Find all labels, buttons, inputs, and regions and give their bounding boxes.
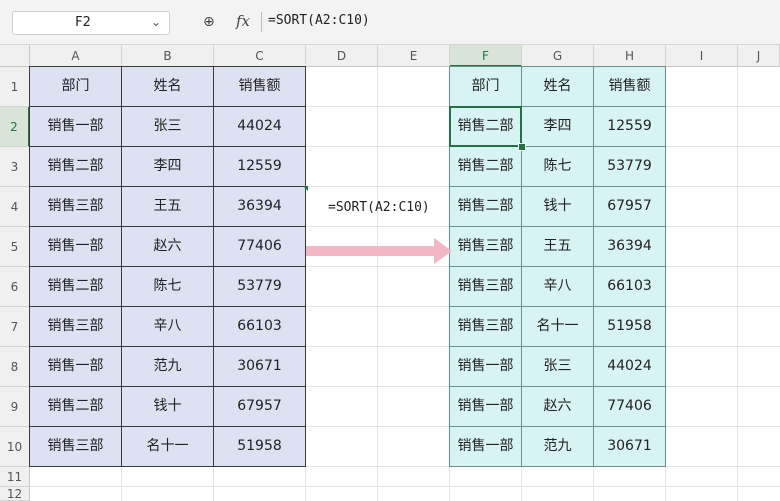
- source-table-header-cell[interactable]: 姓名: [121, 66, 214, 107]
- source-table-cell[interactable]: 30671: [213, 346, 306, 387]
- sorted-table-cell[interactable]: 66103: [593, 266, 666, 307]
- row-header-6[interactable]: 6: [0, 267, 30, 307]
- sorted-table-cell[interactable]: 辛八: [521, 266, 594, 307]
- sorted-table-cell[interactable]: 30671: [593, 426, 666, 467]
- source-table-cell[interactable]: 77406: [213, 226, 306, 267]
- row-header-10[interactable]: 10: [0, 427, 30, 467]
- right-arrow-icon: [306, 238, 452, 264]
- sorted-table-cell[interactable]: 张三: [521, 346, 594, 387]
- row-header-5[interactable]: 5: [0, 227, 30, 267]
- sorted-table-cell[interactable]: 陈七: [521, 146, 594, 187]
- formula-input[interactable]: =SORT(A2:C10): [268, 13, 370, 28]
- source-table-cell[interactable]: 53779: [213, 266, 306, 307]
- chevron-down-icon[interactable]: ⌄: [151, 15, 161, 29]
- sorted-table-cell[interactable]: 36394: [593, 226, 666, 267]
- source-table-header-cell[interactable]: 部门: [29, 66, 122, 107]
- source-table-cell[interactable]: 销售三部: [29, 426, 122, 467]
- column-header-h[interactable]: H: [594, 45, 666, 67]
- sorted-table-header-cell[interactable]: 销售额: [593, 66, 666, 107]
- sorted-table-cell[interactable]: 53779: [593, 146, 666, 187]
- row-header-7[interactable]: 7: [0, 307, 30, 347]
- sorted-table-cell[interactable]: 赵六: [521, 386, 594, 427]
- source-table-cell[interactable]: 44024: [213, 106, 306, 147]
- formula-bar: F2 ⌄ ⊕ fx =SORT(A2:C10): [0, 0, 780, 45]
- formula-separator: [261, 12, 262, 32]
- source-table-cell[interactable]: 销售一部: [29, 346, 122, 387]
- sorted-table-cell[interactable]: 钱十: [521, 186, 594, 227]
- source-table-cell[interactable]: 51958: [213, 426, 306, 467]
- source-table-cell[interactable]: 赵六: [121, 226, 214, 267]
- row-header-3[interactable]: 3: [0, 147, 30, 187]
- source-table-cell[interactable]: 李四: [121, 146, 214, 187]
- sorted-table-cell[interactable]: 销售二部: [449, 186, 522, 227]
- formula-annotation: =SORT(A2:C10): [328, 200, 430, 215]
- sorted-table-header-cell[interactable]: 姓名: [521, 66, 594, 107]
- grid-line: [737, 67, 738, 501]
- source-table-cell[interactable]: 66103: [213, 306, 306, 347]
- source-table-cell[interactable]: 销售三部: [29, 186, 122, 227]
- sorted-table-cell[interactable]: 王五: [521, 226, 594, 267]
- fx-icon[interactable]: fx: [236, 12, 250, 30]
- column-header-c[interactable]: C: [214, 45, 306, 67]
- sorted-table-header-cell[interactable]: 部门: [449, 66, 522, 107]
- column-header-d[interactable]: D: [306, 45, 378, 67]
- sorted-table-cell[interactable]: 77406: [593, 386, 666, 427]
- sorted-table-cell[interactable]: 销售三部: [449, 266, 522, 307]
- sorted-table-cell[interactable]: 李四: [521, 106, 594, 147]
- sorted-table-cell[interactable]: 销售二部: [449, 146, 522, 187]
- sorted-table-cell[interactable]: 名十一: [521, 306, 594, 347]
- column-header-a[interactable]: A: [30, 45, 122, 67]
- column-header-e[interactable]: E: [378, 45, 450, 67]
- column-header-g[interactable]: G: [522, 45, 594, 67]
- sorted-table-cell[interactable]: 51958: [593, 306, 666, 347]
- source-table-cell[interactable]: 销售二部: [29, 386, 122, 427]
- source-table-cell[interactable]: 王五: [121, 186, 214, 227]
- row-header-8[interactable]: 8: [0, 347, 30, 387]
- column-header-j[interactable]: J: [738, 45, 780, 67]
- name-box[interactable]: F2 ⌄: [12, 11, 170, 35]
- name-box-value: F2: [75, 15, 91, 30]
- source-table-cell[interactable]: 范九: [121, 346, 214, 387]
- grid-line: [377, 67, 378, 501]
- source-table-cell[interactable]: 名十一: [121, 426, 214, 467]
- column-header-i[interactable]: I: [666, 45, 738, 67]
- sorted-table-cell[interactable]: 44024: [593, 346, 666, 387]
- source-table-cell[interactable]: 67957: [213, 386, 306, 427]
- source-table-header-cell[interactable]: 销售额: [213, 66, 306, 107]
- row-header-9[interactable]: 9: [0, 387, 30, 427]
- source-table-cell[interactable]: 销售二部: [29, 146, 122, 187]
- column-header-b[interactable]: B: [122, 45, 214, 67]
- row-header-11[interactable]: 11: [0, 467, 30, 487]
- grid-line: [30, 486, 780, 487]
- sorted-table-cell[interactable]: 销售三部: [449, 306, 522, 347]
- sorted-table-cell[interactable]: 销售三部: [449, 226, 522, 267]
- source-table-cell[interactable]: 销售三部: [29, 306, 122, 347]
- column-header-f[interactable]: F: [450, 45, 522, 67]
- fill-handle[interactable]: [518, 143, 526, 151]
- source-table-cell[interactable]: 张三: [121, 106, 214, 147]
- sorted-table-cell[interactable]: 销售一部: [449, 346, 522, 387]
- sorted-table-cell[interactable]: 67957: [593, 186, 666, 227]
- zoom-icon[interactable]: ⊕: [203, 14, 215, 30]
- source-table-cell[interactable]: 销售二部: [29, 266, 122, 307]
- row-header-1[interactable]: 1: [0, 67, 30, 107]
- source-table-cell[interactable]: 12559: [213, 146, 306, 187]
- sorted-table-cell[interactable]: 销售一部: [449, 386, 522, 427]
- sorted-table-cell[interactable]: 销售一部: [449, 426, 522, 467]
- source-table-cell[interactable]: 陈七: [121, 266, 214, 307]
- select-all-corner[interactable]: [0, 45, 30, 67]
- row-header-2[interactable]: 2: [0, 107, 30, 147]
- source-table-cell[interactable]: 辛八: [121, 306, 214, 347]
- active-cell-selection[interactable]: [449, 106, 522, 147]
- source-table-cell[interactable]: 36394: [213, 186, 306, 227]
- source-table-cell[interactable]: 钱十: [121, 386, 214, 427]
- error-indicator-icon: [303, 186, 308, 191]
- sorted-table-cell[interactable]: 范九: [521, 426, 594, 467]
- source-table-cell[interactable]: 销售一部: [29, 226, 122, 267]
- row-header-12[interactable]: 12: [0, 487, 30, 501]
- sorted-table-cell[interactable]: 12559: [593, 106, 666, 147]
- row-header-4[interactable]: 4: [0, 187, 30, 227]
- source-table-cell[interactable]: 销售一部: [29, 106, 122, 147]
